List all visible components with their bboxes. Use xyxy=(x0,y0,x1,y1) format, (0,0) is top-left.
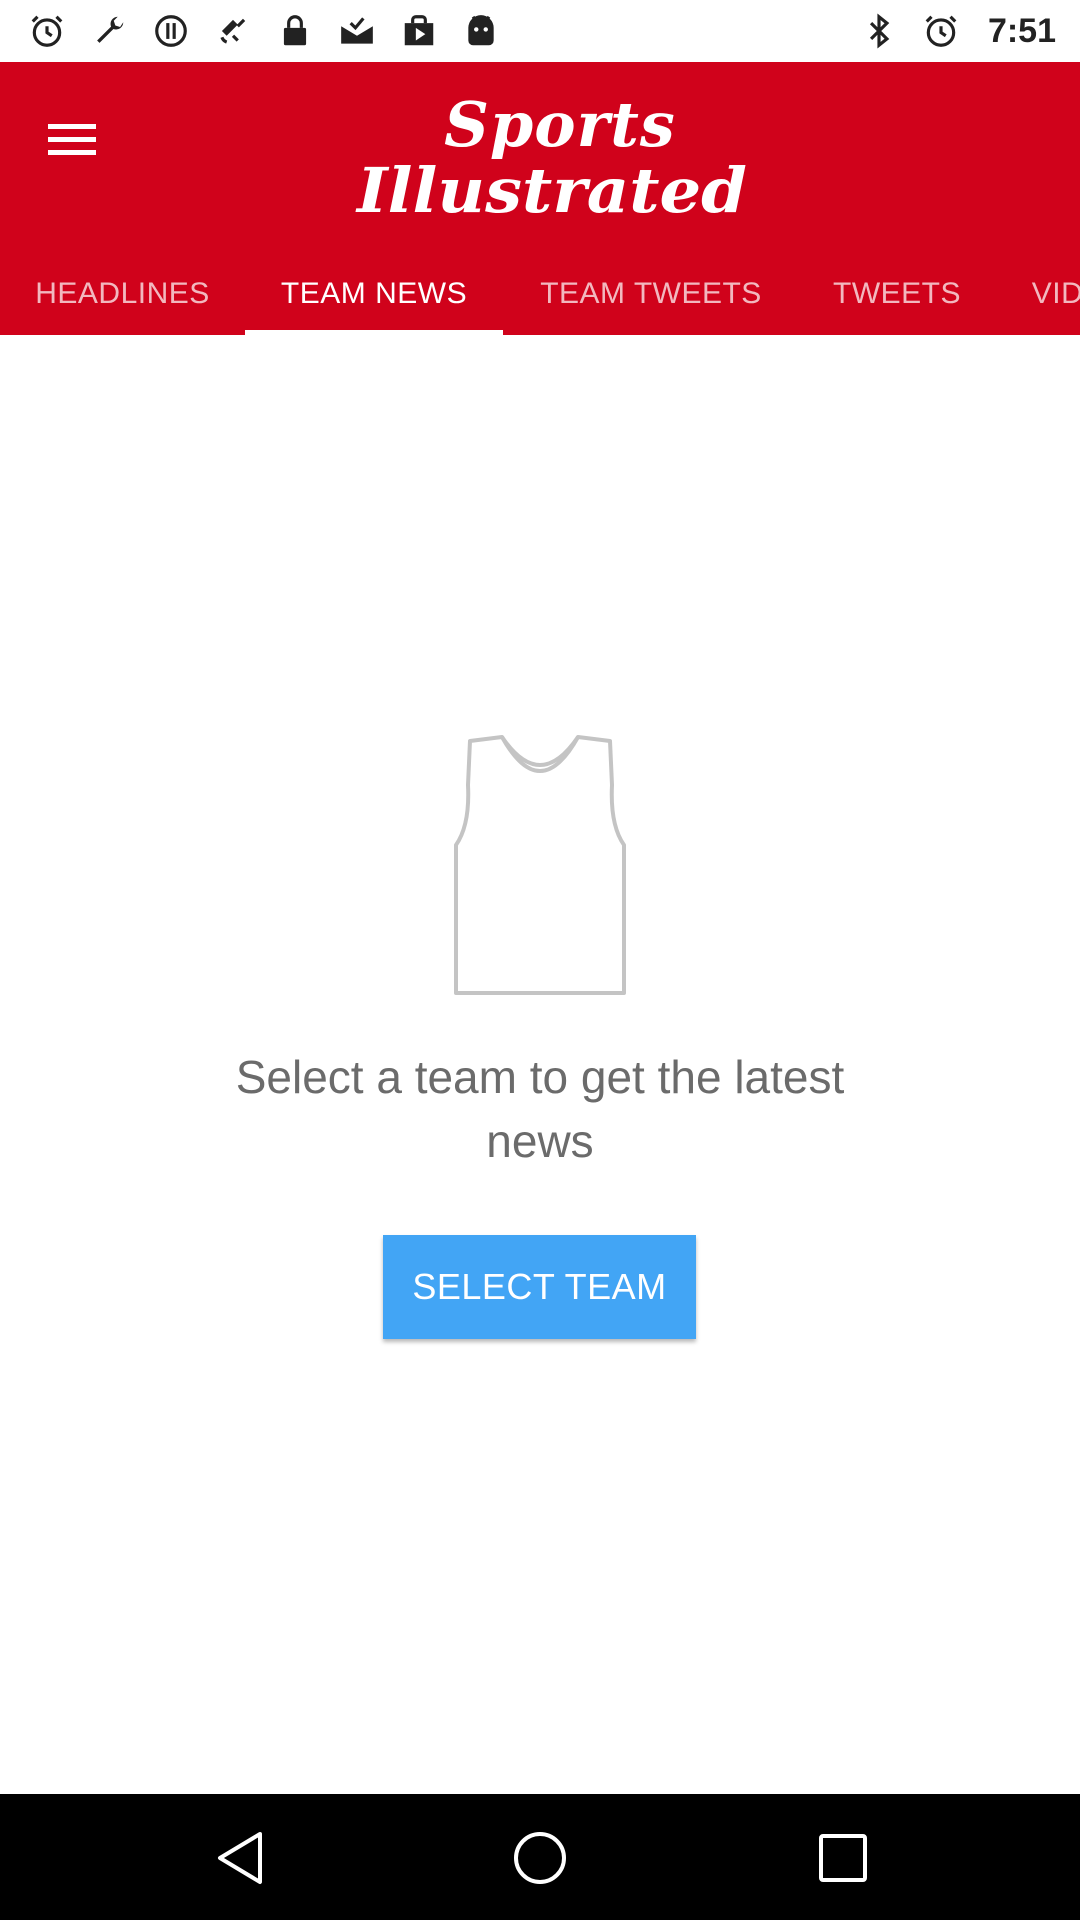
play-store-icon xyxy=(404,15,434,46)
recents-button[interactable] xyxy=(801,1816,885,1900)
select-team-button[interactable]: SELECT TEAM xyxy=(383,1235,696,1339)
logo-line2: Illustrated xyxy=(355,154,747,224)
tab-videos[interactable]: VID xyxy=(995,252,1080,335)
wrench-icon xyxy=(97,16,124,43)
tab-team-tweets[interactable]: TEAM TWEETS xyxy=(503,252,799,335)
tab-team-news[interactable]: TEAM NEWS xyxy=(245,252,503,335)
satellite-icon xyxy=(220,18,246,44)
android-icon xyxy=(468,15,494,46)
tab-headlines[interactable]: HEADLINES xyxy=(0,252,245,335)
hamburger-menu-icon xyxy=(48,124,96,155)
status-bar: 7:51 xyxy=(0,0,1080,62)
tab-tweets[interactable]: TWEETS xyxy=(799,252,995,335)
alarm-icon xyxy=(31,15,63,47)
empty-state-message: Select a team to get the latest news xyxy=(235,1051,845,1167)
system-navigation-bar xyxy=(0,1794,1080,1920)
home-icon xyxy=(514,1832,566,1884)
empty-state: Select a team to get the latest news SEL… xyxy=(0,335,1080,1795)
sports-illustrated-logo: Sports Illustrated xyxy=(340,84,770,224)
recents-icon xyxy=(819,1834,867,1882)
clock-time: 7:51 xyxy=(987,11,1056,50)
back-button[interactable] xyxy=(198,1816,282,1900)
back-icon xyxy=(218,1832,262,1884)
notification-icons xyxy=(28,12,500,50)
tab-bar: HEADLINES TEAM NEWS TEAM TWEETS TWEETS V… xyxy=(0,252,1080,335)
bluetooth-icon xyxy=(869,13,890,49)
mail-check-icon xyxy=(341,17,373,44)
system-icons: 7:51 xyxy=(860,12,1056,51)
app-bar: Sports Illustrated HEADLINES TEAM NEWS T… xyxy=(0,62,1080,336)
home-button[interactable] xyxy=(498,1816,582,1900)
menu-button[interactable] xyxy=(30,98,114,182)
logo-line1: Sports xyxy=(444,88,676,161)
record-icon xyxy=(155,15,187,47)
lock-icon xyxy=(283,15,307,46)
jersey-icon xyxy=(454,735,626,995)
alarm-icon xyxy=(925,15,957,47)
